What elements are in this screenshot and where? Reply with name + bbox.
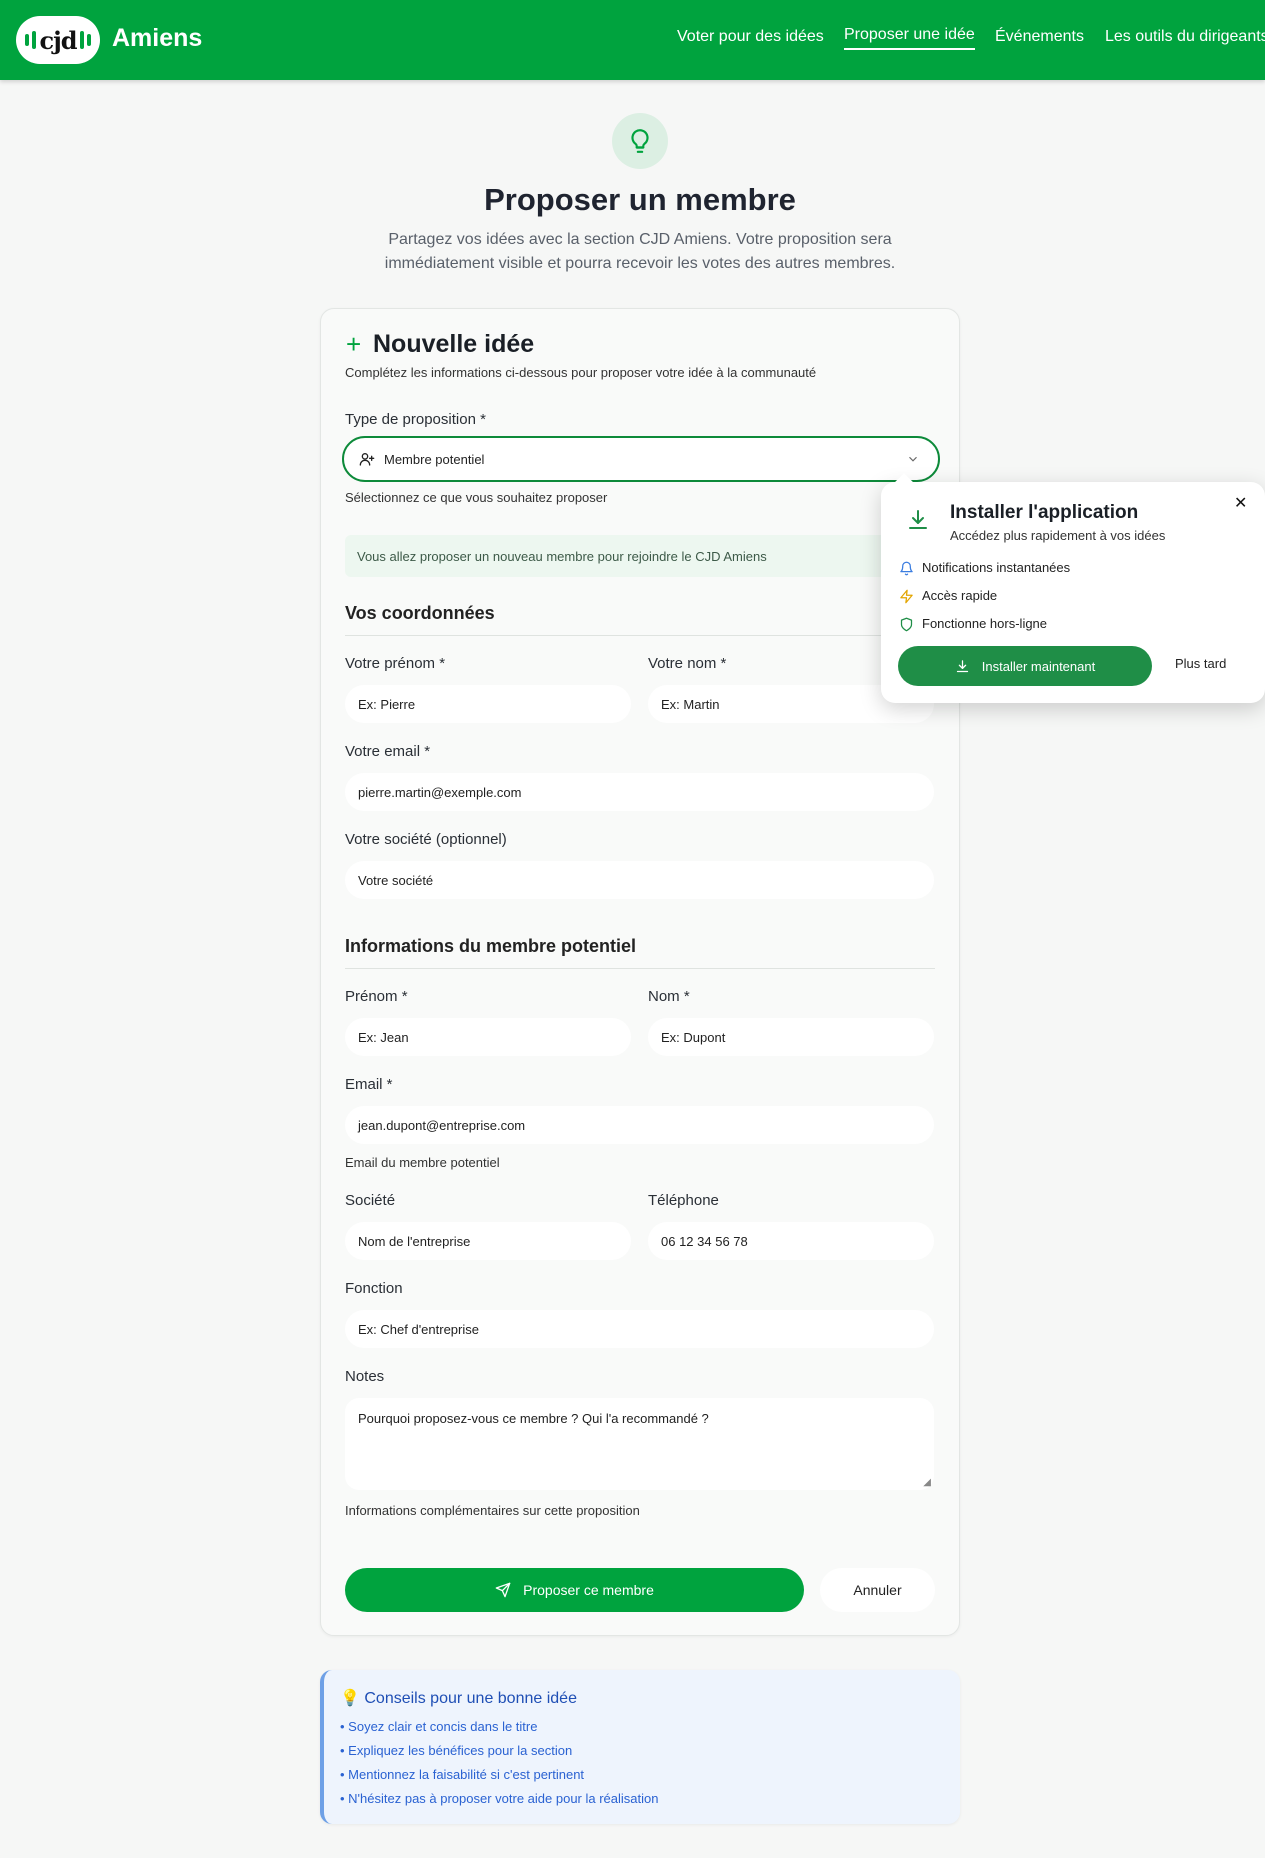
member-role-label: Fonction: [345, 1280, 403, 1297]
company-label: Votre société (optionnel): [345, 831, 507, 848]
section-member-info: Informations du membre potentiel: [345, 936, 637, 956]
section-divider: [345, 968, 935, 969]
nav-vote-ideas[interactable]: Voter pour des idées: [677, 28, 824, 46]
logo-bar: [86, 34, 91, 46]
email-label: Votre email *: [345, 743, 431, 760]
tip-item: • Mentionnez la faisabilité si c'est per…: [340, 1767, 585, 1782]
notes-placeholder: Pourquoi proposez-vous ce membre ? Qui l…: [358, 1411, 709, 1426]
feature-quick-access: Accès rapide: [922, 588, 998, 603]
feature-notifications: Notifications instantanées: [922, 560, 1071, 575]
member-company-label: Société: [345, 1192, 396, 1209]
submit-button[interactable]: Proposer ce membre: [345, 1568, 804, 1612]
cancel-button[interactable]: Annuler: [820, 1568, 935, 1612]
nav-events[interactable]: Événements: [995, 28, 1084, 46]
info-message: Vous allez proposer un nouveau membre po…: [345, 535, 940, 577]
member-firstname-label: Prénom *: [345, 988, 408, 1005]
top-navbar: cjd Amiens Voter pour des idées Proposer…: [0, 0, 1265, 80]
proposal-type-value: Membre potentiel: [384, 451, 485, 467]
email-input[interactable]: pierre.martin@exemple.com: [345, 773, 934, 811]
member-email-hint: Email du membre potentiel: [345, 1155, 500, 1170]
shield-icon: [898, 616, 914, 632]
member-company-input[interactable]: Nom de l'entreprise: [345, 1222, 631, 1260]
member-phone-label: Téléphone: [648, 1192, 719, 1209]
company-input[interactable]: Votre société: [345, 861, 934, 899]
page-title: Proposer un membre: [484, 182, 796, 217]
install-now-label: Installer maintenant: [981, 658, 1096, 674]
section-divider: [345, 635, 935, 636]
logo-bar: [25, 34, 30, 46]
logo-bar: [32, 31, 37, 49]
firstname-input[interactable]: Ex: Pierre: [345, 685, 631, 723]
section-your-details: Vos coordonnées: [345, 603, 495, 623]
tips-title: 💡 Conseils pour une bonne idée: [340, 1690, 577, 1707]
member-lastname-label: Nom *: [648, 988, 690, 1005]
cjd-logo[interactable]: cjd: [16, 16, 100, 64]
type-label: Type de proposition *: [345, 411, 486, 428]
later-button[interactable]: Plus tard: [1175, 656, 1226, 671]
page-subtitle: Partagez vos idées avec la section CJD A…: [384, 231, 896, 272]
form-title: Nouvelle idée: [373, 330, 535, 358]
member-email-input[interactable]: jean.dupont@entreprise.com: [345, 1106, 934, 1144]
tip-item: • Expliquez les bénéfices pour la sectio…: [340, 1743, 573, 1758]
feature-offline: Fonctionne hors-ligne: [922, 616, 1048, 631]
nav-leader-tools[interactable]: Les outils du dirigeants: [1105, 28, 1265, 46]
tip-item: • Soyez clair et concis dans le titre: [340, 1719, 538, 1734]
bell-icon: [898, 560, 914, 576]
plus-icon: +: [346, 329, 362, 359]
member-lastname-input[interactable]: Ex: Dupont: [648, 1018, 934, 1056]
logo-bar: [79, 31, 84, 49]
download-icon: [955, 659, 970, 674]
lightning-icon: [898, 588, 914, 604]
lastname-label: Votre nom *: [648, 655, 727, 672]
nav-propose-idea[interactable]: Proposer une idée: [844, 26, 975, 50]
submit-label: Proposer ce membre: [523, 1582, 654, 1598]
send-icon: [495, 1582, 511, 1598]
notes-label: Notes: [345, 1368, 385, 1385]
proposal-type-select[interactable]: Membre potentiel: [342, 436, 940, 482]
user-plus-icon: [359, 451, 375, 467]
notes-textarea[interactable]: Pourquoi proposez-vous ce membre ? Qui l…: [345, 1398, 934, 1490]
resize-handle-icon: ◢: [923, 1477, 931, 1488]
member-phone-input[interactable]: 06 12 34 56 78: [648, 1222, 934, 1260]
brand-name[interactable]: Amiens: [112, 24, 202, 53]
logo-text: cjd: [39, 25, 77, 55]
chevron-down-icon: [906, 452, 920, 469]
type-hint: Sélectionnez ce que vous souhaitez propo…: [345, 490, 608, 505]
member-email-label: Email *: [345, 1076, 393, 1093]
tip-item: • N'hésitez pas à proposer votre aide po…: [340, 1791, 659, 1806]
lightbulb-icon: [612, 113, 668, 169]
member-role-input[interactable]: Ex: Chef d'entreprise: [345, 1310, 934, 1348]
close-icon[interactable]: ✕: [1234, 493, 1247, 513]
popup-title: Installer l'application: [950, 502, 1139, 523]
popup-subtitle: Accédez plus rapidement à vos idées: [950, 528, 1166, 543]
notes-hint: Informations complémentaires sur cette p…: [345, 1503, 640, 1518]
firstname-label: Votre prénom *: [345, 655, 446, 672]
form-subtitle: Complétez les informations ci-dessous po…: [345, 365, 817, 380]
download-icon: [906, 508, 930, 532]
member-firstname-input[interactable]: Ex: Jean: [345, 1018, 631, 1056]
install-now-button[interactable]: Installer maintenant: [898, 646, 1152, 686]
